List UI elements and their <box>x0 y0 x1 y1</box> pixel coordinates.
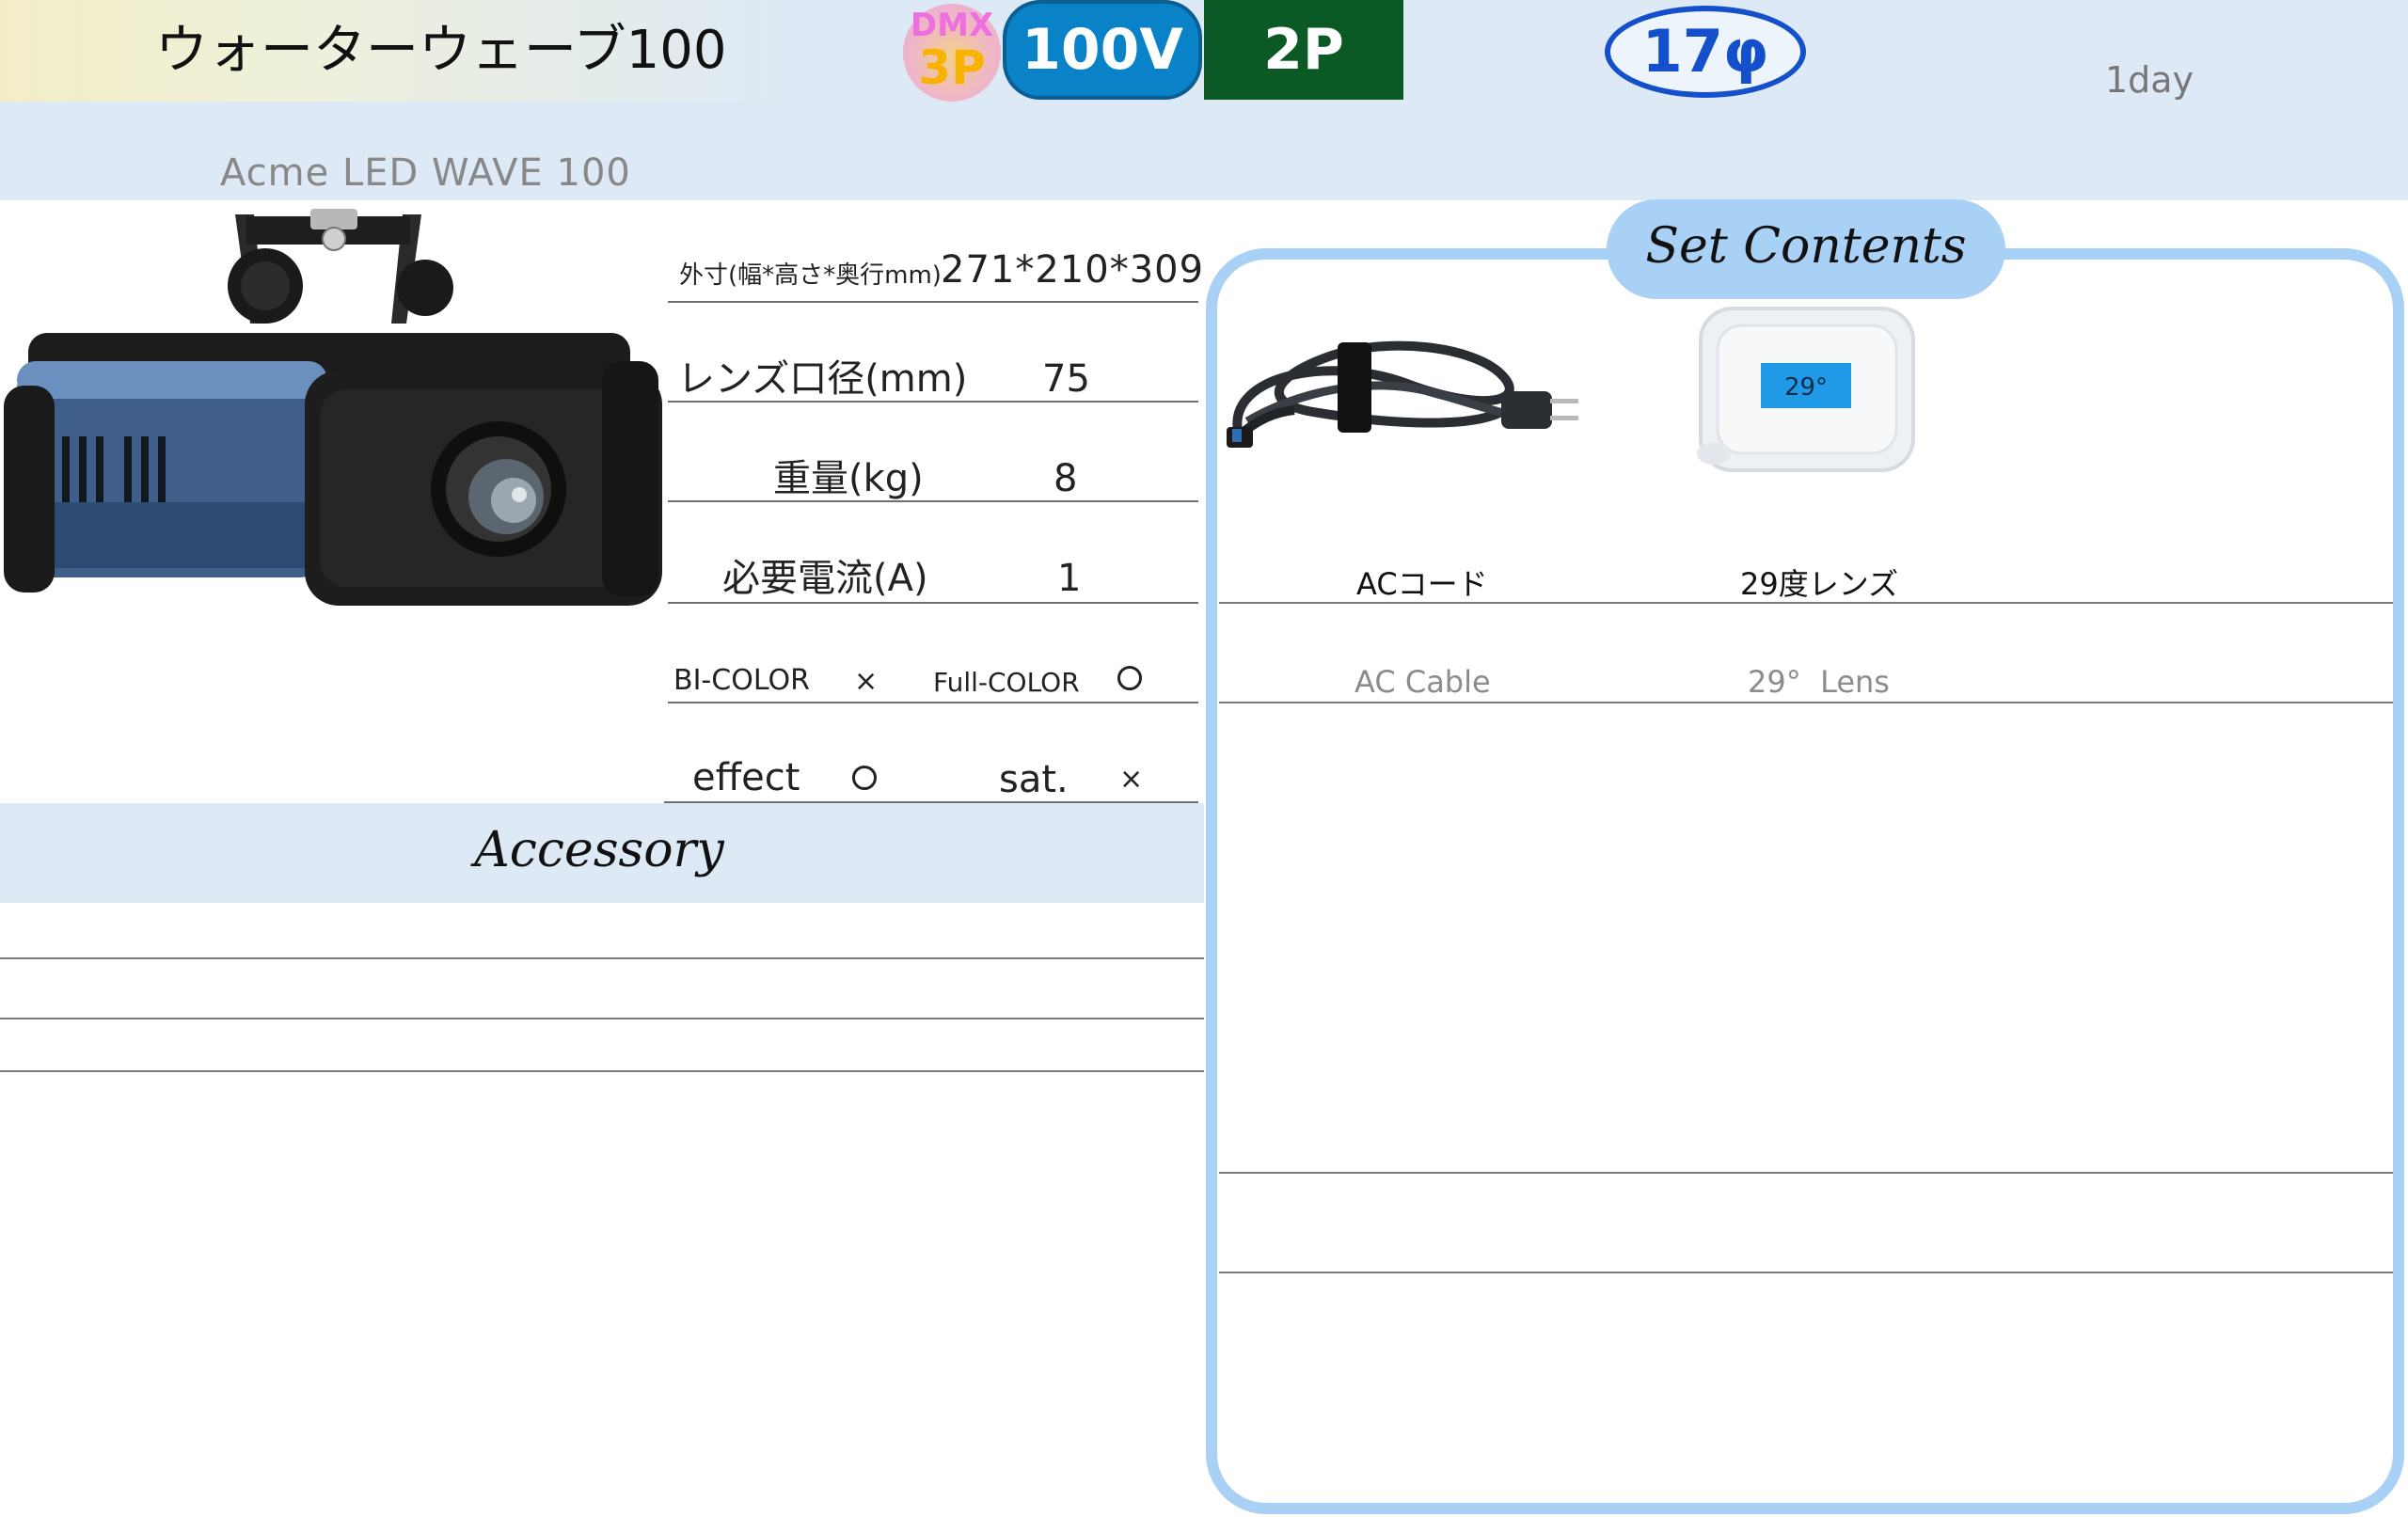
dimensions-value: 271*210*309 <box>941 248 1205 292</box>
spec-divider <box>668 401 1198 403</box>
accessory-title: Accessory <box>474 822 724 878</box>
lens-diameter-value: 75 <box>1042 357 1090 401</box>
dmx-label: DMX <box>910 7 994 44</box>
rental-period: 1day <box>2105 59 2194 101</box>
spec-divider <box>668 702 1198 703</box>
dimensions-label: 外寸(幅*高さ*奥行mm) <box>679 261 942 290</box>
weight-value: 8 <box>1054 457 1078 500</box>
voltage-badge: 100V <box>1003 0 1202 100</box>
set-row-line <box>1219 602 2393 604</box>
effect-value-mark <box>852 766 877 790</box>
accessory-row-line <box>0 1018 1204 1019</box>
set-item-lens-en: 29° Lens <box>1748 664 1890 700</box>
set-row-line <box>1219 1172 2393 1174</box>
accessory-row-line <box>0 957 1204 959</box>
dmx-pin: 3P <box>918 40 986 95</box>
sat-label: sat. <box>999 758 1069 801</box>
dmx-badge: DMX 3P <box>903 4 1001 102</box>
spec-divider <box>668 500 1198 502</box>
fullcolor-label: Full-COLOR <box>933 667 1080 698</box>
product-image <box>4 209 662 606</box>
product-title: ウォーターウェーブ100 <box>155 20 727 81</box>
current-value: 1 <box>1057 557 1082 600</box>
weight-label: 重量(kg) <box>773 457 924 500</box>
current-label: 必要電流(A) <box>722 557 928 600</box>
set-item-ac-cable-en: AC Cable <box>1354 664 1491 700</box>
spec-divider <box>668 301 1198 303</box>
set-item-lens-jp: 29度レンズ <box>1740 566 1899 602</box>
plug-badge: 2P <box>1204 0 1403 100</box>
spec-divider <box>668 602 1198 604</box>
set-contents-title: Set Contents <box>1645 218 1967 275</box>
accessory-row-line <box>0 1070 1204 1072</box>
diameter-badge: 17φ <box>1605 6 1806 98</box>
product-model: Acme LED WAVE 100 <box>220 151 631 195</box>
bicolor-label: BI-COLOR <box>673 664 810 697</box>
sat-value: × <box>1119 763 1144 796</box>
bicolor-value: × <box>854 665 879 698</box>
effect-label: effect <box>692 756 800 799</box>
set-item-ac-cable-jp: ACコード <box>1356 566 1488 602</box>
lens-case-icon: 29° <box>1697 307 1915 472</box>
lens-tag-text: 29° <box>1784 373 1828 402</box>
set-row-line <box>1219 1272 2393 1273</box>
fullcolor-value-mark <box>1117 666 1142 690</box>
ac-cable-icon <box>1227 340 1578 448</box>
set-row-line <box>1219 702 2393 703</box>
lens-diameter-label: レンズ口径(mm) <box>677 357 968 401</box>
